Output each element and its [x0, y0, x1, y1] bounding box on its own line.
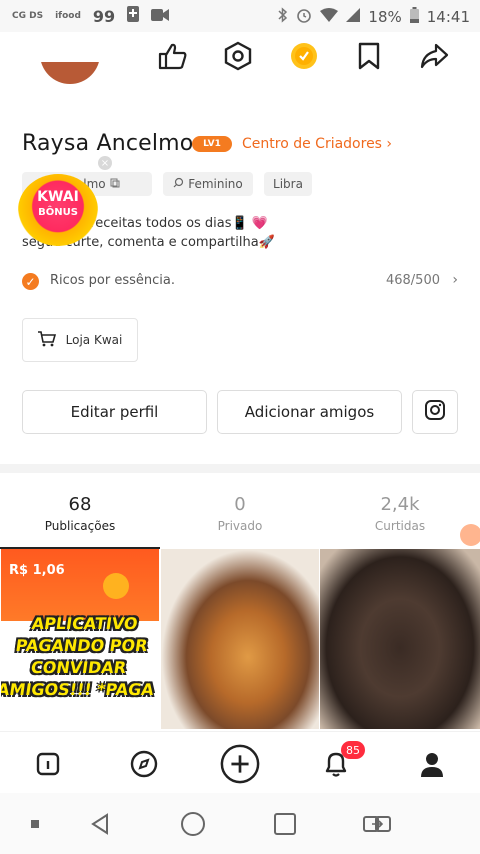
- back-icon[interactable]: [86, 809, 116, 839]
- tab-publications[interactable]: 68 Publicações: [0, 494, 160, 533]
- group-count: 468/500: [385, 273, 440, 288]
- publications-count: 68: [68, 494, 92, 515]
- shop-label: Loja Kwai: [65, 333, 123, 347]
- thumbnail-price: R$ 1,06: [9, 563, 65, 578]
- video-thumbnail[interactable]: [161, 549, 319, 729]
- recents-square-icon[interactable]: [270, 809, 300, 839]
- likes-label: Curtidas: [374, 519, 426, 533]
- shop-button[interactable]: Loja Kwai: [22, 318, 138, 362]
- level-badge: LV1: [192, 136, 232, 152]
- female-icon: [173, 177, 184, 191]
- thumbs-up-icon[interactable]: [156, 40, 188, 72]
- check-icon: ✓: [22, 273, 39, 290]
- group-name: Ricos por essência.: [50, 273, 175, 288]
- coin-icon[interactable]: [288, 40, 320, 72]
- instagram-button[interactable]: [412, 390, 458, 434]
- creators-center-link[interactable]: Centro de Criadores ›: [242, 136, 392, 152]
- group-row[interactable]: ✓ Ricos por essência. 468/500 ›: [22, 270, 458, 294]
- status-time: 14:41: [426, 8, 470, 26]
- kwai-bonus-line1: KWAI: [37, 189, 79, 205]
- home-circle-icon[interactable]: [178, 809, 208, 839]
- signal-icon: [346, 8, 361, 26]
- notification-badge: 85: [341, 741, 365, 759]
- system-nav-bar: [0, 793, 480, 854]
- kwai-bonus-text: KWAI BÔNUS: [12, 190, 104, 220]
- thumbnail-caption: APLICATIVO PAGANDO POR CONVIDAR AMIGOS!!…: [1, 614, 156, 699]
- status-save-icon: [127, 6, 140, 26]
- floating-dot[interactable]: [460, 524, 480, 546]
- bookmark-icon[interactable]: [353, 40, 385, 72]
- wifi-icon: [320, 8, 339, 26]
- gender-tag: Feminino: [163, 172, 253, 196]
- chevron-right-icon: ›: [452, 272, 458, 288]
- status-app-icon-cg: CG DS: [12, 10, 44, 21]
- private-count: 0: [234, 494, 246, 515]
- battery-icon: [409, 7, 419, 27]
- instagram-icon: [424, 399, 446, 425]
- publications-label: Publicações: [44, 519, 116, 533]
- video-thumbnail[interactable]: [320, 549, 480, 729]
- profile-name: Raysa Ancelmo: [22, 131, 194, 156]
- coin-icon: [103, 573, 129, 599]
- alarm-icon: [296, 7, 312, 27]
- share-icon[interactable]: [418, 40, 450, 72]
- bottom-tab-bar: [0, 731, 480, 793]
- close-icon[interactable]: ×: [98, 156, 112, 170]
- create-plus-icon[interactable]: [220, 744, 260, 784]
- kwai-bonus-line2: BÔNUS: [38, 207, 78, 218]
- tab-private[interactable]: 0 Privado: [160, 494, 320, 533]
- bluetooth-icon: [278, 7, 288, 27]
- tab-likes[interactable]: 2,4k Curtidas: [320, 494, 480, 533]
- discover-compass-icon[interactable]: [124, 744, 164, 784]
- battery-percent: 18%: [368, 8, 402, 26]
- settings-hexagon-icon[interactable]: [222, 40, 254, 72]
- edit-profile-button[interactable]: Editar perfil: [22, 390, 207, 434]
- home-icon[interactable]: [28, 744, 68, 784]
- zodiac-tag: Libra: [264, 172, 312, 196]
- private-label: Privado: [217, 519, 263, 533]
- likes-count: 2,4k: [380, 494, 420, 515]
- status-video-icon: [151, 7, 170, 26]
- gender-label: Feminino: [188, 177, 243, 191]
- section-divider: [0, 464, 480, 473]
- nav-dot-icon[interactable]: [20, 809, 50, 839]
- switch-app-icon[interactable]: [362, 809, 392, 839]
- copy-icon: [110, 177, 120, 191]
- cart-icon: [37, 330, 56, 350]
- avatar[interactable]: [40, 62, 100, 84]
- video-thumbnail[interactable]: R$ 1,06 APLICATIVO PAGANDO POR CONVIDAR …: [1, 549, 159, 729]
- kwai-bonus-badge[interactable]: KWAI BÔNUS: [12, 170, 102, 254]
- profile-person-icon[interactable]: [412, 744, 452, 784]
- status-app-icon-ifood: ifood: [55, 10, 81, 21]
- add-friends-button[interactable]: Adicionar amigos: [217, 390, 402, 434]
- status-number: 99: [92, 6, 116, 26]
- status-bar: CG DS ifood 99 18% 14:41: [0, 0, 480, 32]
